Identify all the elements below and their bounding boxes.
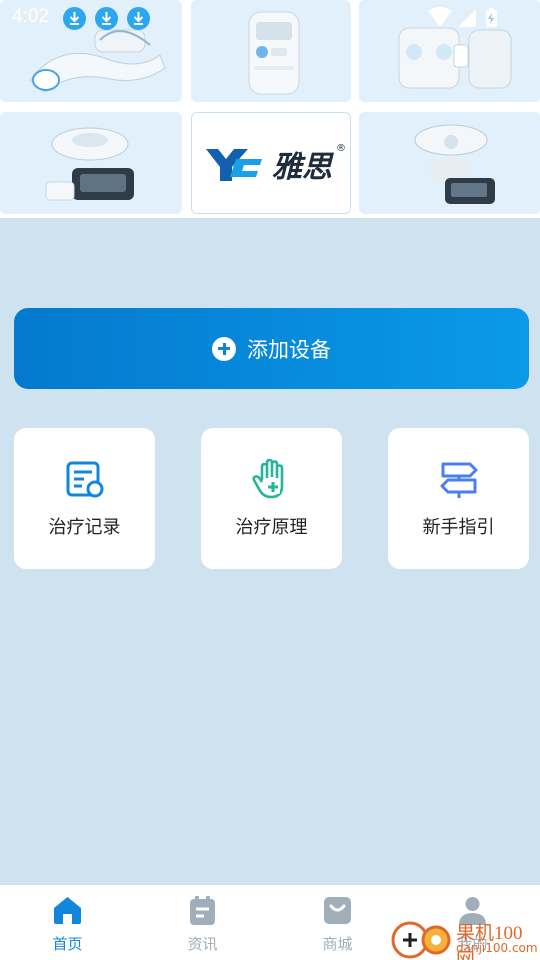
download-icon: [127, 7, 150, 30]
card-label: 治疗原理: [235, 517, 308, 538]
news-icon: [190, 896, 215, 925]
signpost-icon: [440, 462, 478, 498]
registered-mark: ®: [336, 143, 346, 154]
download-icon: [95, 7, 118, 30]
nav-label: 首页: [52, 935, 83, 953]
cell-signal-icon: [458, 9, 476, 27]
record-icon: [66, 461, 104, 498]
download-icon: [63, 7, 86, 30]
card-label: 新手指引: [422, 517, 495, 538]
home-icon: [54, 897, 81, 924]
watermark: 果机100网 danji100.com: [390, 914, 540, 960]
product-photo-headband-device: [45, 127, 134, 201]
watermark-logo-icon: [391, 921, 451, 959]
card-treatment-record[interactable]: 治疗记录: [14, 428, 155, 569]
system-status-icons: [428, 7, 497, 27]
card-beginner-guide[interactable]: 新手指引: [388, 428, 529, 569]
brand-logo: 雅思 ®: [206, 143, 346, 185]
nav-label: 资讯: [187, 935, 218, 953]
product-tile-brand[interactable]: 雅思 ®: [191, 112, 351, 214]
add-device-button[interactable]: 添加设备: [14, 308, 529, 389]
card-treatment-principle[interactable]: 治疗原理: [201, 428, 342, 569]
nav-label: 商城: [322, 935, 353, 953]
shop-bag-icon: [324, 897, 351, 924]
product-tile-headset-kit[interactable]: [359, 112, 540, 214]
add-device-label: 添加设备: [247, 337, 331, 362]
status-time: 4:02: [12, 6, 49, 27]
hand-plus-icon: [252, 458, 284, 499]
nav-item-shop[interactable]: 商城: [270, 885, 405, 960]
add-circle-icon: [212, 336, 236, 361]
brand-name-text: 雅思: [272, 150, 335, 185]
watermark-url: danji100.com: [456, 941, 538, 955]
product-tile-headband-device[interactable]: [0, 112, 182, 214]
nav-item-news[interactable]: 资讯: [135, 885, 270, 960]
nav-item-home[interactable]: 首页: [0, 885, 135, 960]
status-bar: 4:02: [0, 0, 540, 36]
main-panel: 添加设备 治疗记录 治疗原理 新手指引: [0, 228, 540, 884]
product-photo-headset-kit: [414, 124, 495, 204]
card-label: 治疗记录: [48, 517, 121, 538]
wifi-icon: [428, 7, 452, 27]
